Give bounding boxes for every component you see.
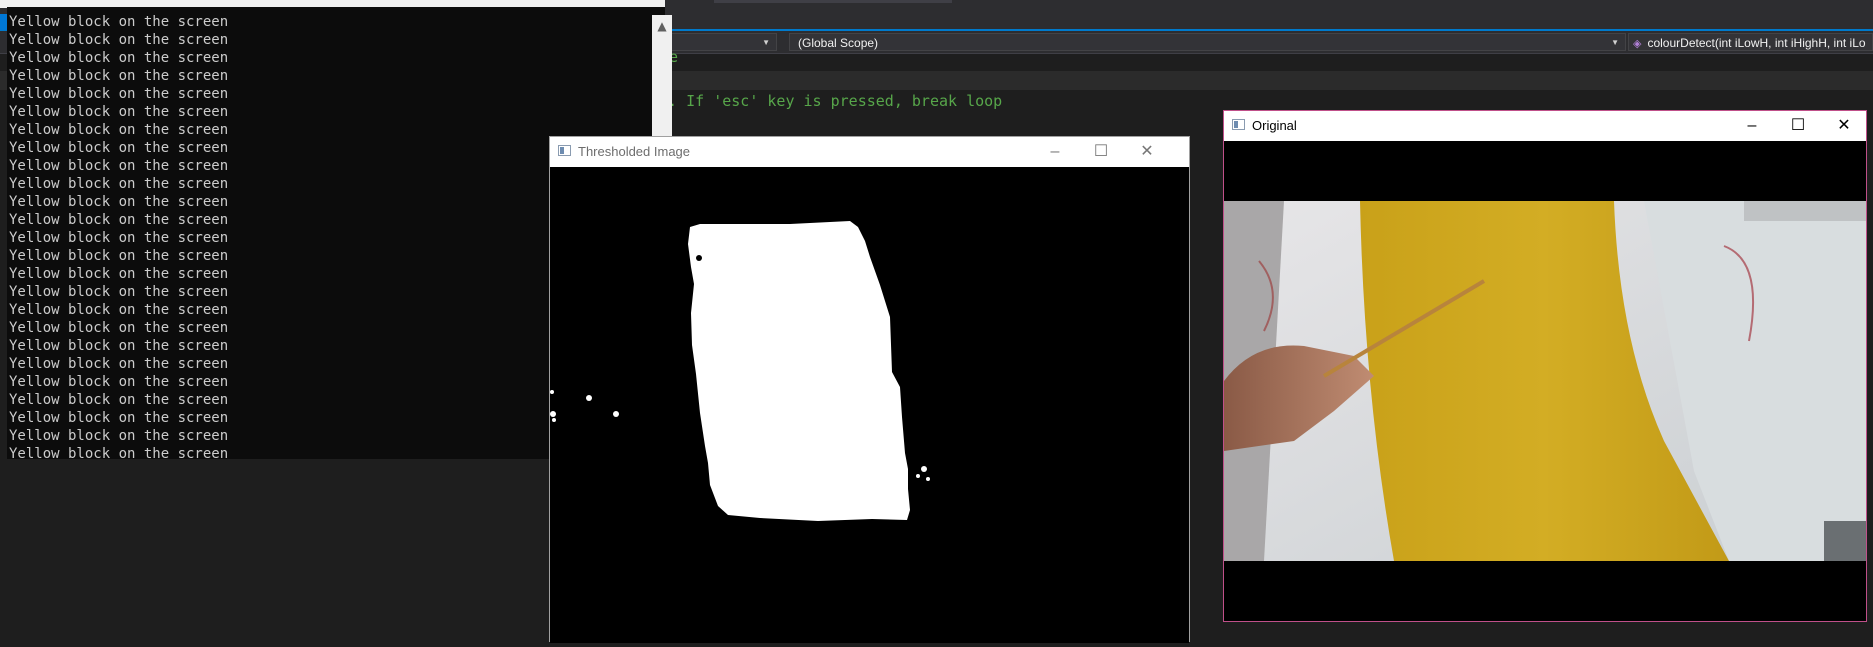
console-line: Yellow block on the screen (9, 266, 229, 282)
console-line: Yellow block on the screen (9, 320, 229, 336)
console-line: Yellow block on the screen (9, 50, 229, 66)
ide-tab-strip (714, 0, 952, 3)
window-app-icon (1232, 119, 1245, 130)
console-line: Yellow block on the screen (9, 104, 229, 120)
console-line: Yellow block on the screen (9, 176, 229, 192)
window-app-icon (558, 145, 571, 156)
minimize-icon[interactable]: – (1729, 111, 1775, 141)
console-output: Yellow block on the screen Yellow block o… (9, 13, 228, 463)
console-line: Yellow block on the screen (9, 392, 229, 408)
console-line: Yellow block on the screen (9, 122, 229, 138)
close-icon[interactable]: ✕ (1821, 111, 1867, 141)
console-line: Yellow block on the screen (9, 68, 229, 84)
function-dropdown-label: colourDetect(int iLowH, int iHighH, int … (1647, 36, 1866, 50)
thresholded-image-window[interactable]: Thresholded Image – ☐ ✕ (549, 136, 1190, 643)
minimize-icon[interactable]: – (1032, 137, 1078, 167)
original-title-bar[interactable]: Original – ☐ ✕ (1224, 111, 1866, 141)
console-line: Yellow block on the screen (9, 446, 229, 462)
maximize-icon[interactable]: ☐ (1775, 111, 1821, 141)
console-line: Yellow block on the screen (9, 140, 229, 156)
original-video-canvas (1224, 141, 1866, 621)
scroll-up-arrow-icon[interactable]: ▲ (652, 19, 672, 33)
original-window[interactable]: Original – ☐ ✕ (1223, 110, 1867, 622)
console-line: Yellow block on the screen (9, 338, 229, 354)
camera-frame-image (1224, 141, 1866, 621)
console-line: Yellow block on the screen (9, 248, 229, 264)
console-line: Yellow block on the screen (9, 86, 229, 102)
close-icon[interactable]: ✕ (1124, 137, 1170, 167)
console-line: Yellow block on the screen (9, 158, 229, 174)
thresholded-window-title: Thresholded Image (578, 144, 691, 159)
code-comment-line: ms. If 'esc' key is pressed, break loop (650, 92, 1003, 110)
console-line: Yellow block on the screen (9, 356, 229, 372)
console-line: Yellow block on the screen (9, 428, 229, 444)
console-line: Yellow block on the screen (9, 230, 229, 246)
chevron-down-icon: ▼ (1611, 38, 1619, 47)
chevron-down-icon: ▼ (762, 38, 770, 47)
original-window-title: Original (1252, 118, 1297, 133)
function-dropdown[interactable]: ◈ colourDetect(int iLowH, int iHighH, int… (1628, 33, 1873, 51)
threshold-mask-image (550, 167, 1189, 643)
console-line: Yellow block on the screen (9, 32, 229, 48)
console-line: Yellow block on the screen (9, 410, 229, 426)
thresholded-title-bar[interactable]: Thresholded Image – ☐ ✕ (550, 137, 1189, 167)
method-icon: ◈ (1633, 38, 1642, 50)
scope-dropdown[interactable]: (Global Scope) ▼ (789, 33, 1626, 51)
console-line: Yellow block on the screen (9, 194, 229, 210)
thresholded-image-canvas (550, 167, 1189, 643)
console-line: Yellow block on the screen (9, 212, 229, 228)
console-line: Yellow block on the screen (9, 374, 229, 390)
text-cursor-marker (0, 14, 7, 30)
console-line: Yellow block on the screen (9, 14, 229, 30)
maximize-icon[interactable]: ☐ (1078, 137, 1124, 167)
scope-dropdown-label: (Global Scope) (798, 36, 879, 50)
console-line: Yellow block on the screen (9, 302, 229, 318)
console-line: Yellow block on the screen (9, 284, 229, 300)
